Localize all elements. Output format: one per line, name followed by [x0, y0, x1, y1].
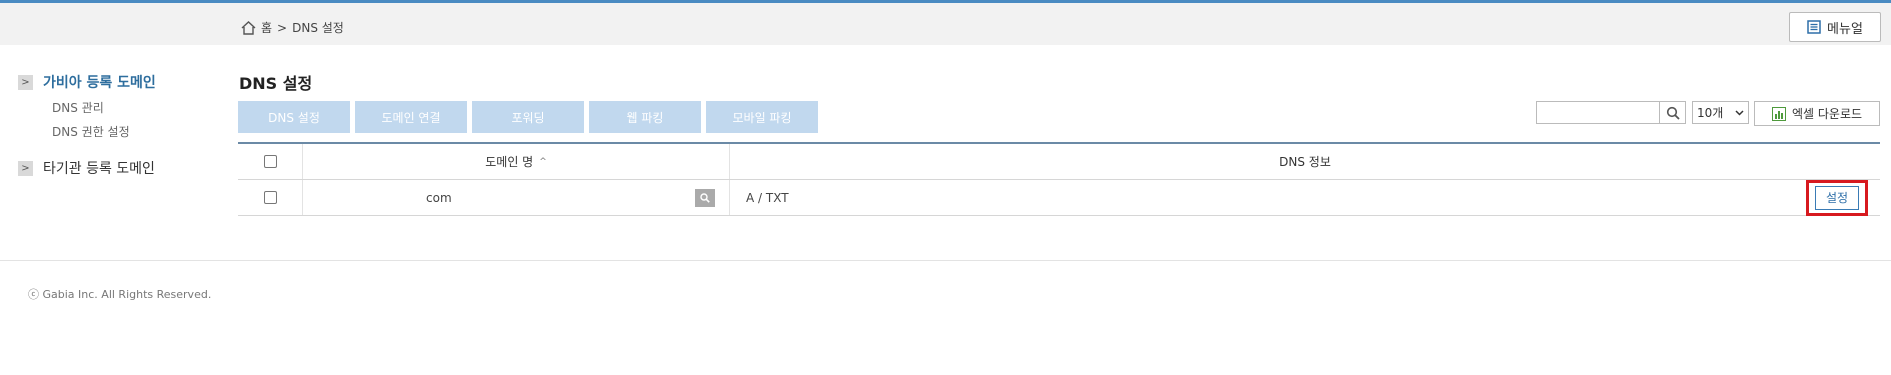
breadcrumb-current: DNS 설정: [292, 21, 344, 35]
excel-download-label: 엑셀 다운로드: [1791, 107, 1863, 121]
row-checkbox-cell: [238, 180, 303, 215]
footer-divider: [0, 260, 1891, 261]
sidebar-group-label: 타기관 등록 도메인: [43, 161, 155, 177]
tab-mobile-parking[interactable]: 모바일 파킹: [706, 101, 818, 133]
page-size-select[interactable]: 10개: [1692, 101, 1749, 124]
search-icon: [1666, 106, 1680, 120]
sidebar-group-other[interactable]: > 타기관 등록 도메인: [18, 158, 218, 178]
table-header: 도메인 명 ^ DNS 정보: [238, 144, 1880, 180]
copyright: ⓒ Gabia Inc. All Rights Reserved.: [28, 288, 212, 301]
row-checkbox[interactable]: [263, 191, 277, 204]
dns-info-cell: A / TXT 설정: [730, 179, 1880, 216]
document-icon: [1807, 20, 1821, 34]
column-domain-label: 도메인 명: [485, 155, 534, 169]
tab-forwarding[interactable]: 포워딩: [472, 101, 584, 133]
chart-icon: [1771, 106, 1786, 121]
sort-icon: ^: [539, 156, 547, 167]
sidebar-group-gabia[interactable]: > 가비아 등록 도메인: [18, 72, 218, 92]
sidebar-item-dns-permission[interactable]: DNS 권한 설정: [52, 120, 218, 144]
tab-domain-connect[interactable]: 도메인 연결: [355, 101, 467, 133]
tab-web-parking[interactable]: 웹 파킹: [589, 101, 701, 133]
tab-bar: DNS 설정 도메인 연결 포워딩 웹 파킹 모바일 파킹: [238, 101, 823, 133]
page-size-value: 10개: [1697, 106, 1724, 120]
top-bar: 홈 > DNS 설정 메뉴얼: [0, 3, 1891, 45]
breadcrumb-home[interactable]: 홈: [261, 19, 272, 36]
sidebar-group-label: 가비아 등록 도메인: [43, 75, 156, 91]
domain-detail-button[interactable]: [695, 188, 715, 207]
table-row: com A / TXT 설정: [238, 179, 1880, 216]
sidebar: > 가비아 등록 도메인 DNS 관리 DNS 권한 설정 > 타기관 등록 도…: [18, 72, 218, 178]
column-dns-label: DNS 정보: [1279, 155, 1331, 169]
sidebar-item-dns-management[interactable]: DNS 관리: [52, 96, 218, 120]
highlight-box: 설정: [1806, 179, 1868, 216]
breadcrumb-separator: >: [277, 20, 288, 35]
chevron-right-icon: >: [18, 160, 33, 176]
column-domain-name[interactable]: 도메인 명 ^: [303, 144, 730, 179]
home-icon[interactable]: [240, 20, 257, 36]
manual-button-label: 메뉴얼: [1827, 21, 1863, 37]
domain-table: 도메인 명 ^ DNS 정보 com A / TXT 설정: [238, 142, 1880, 216]
search-button[interactable]: [1660, 101, 1686, 124]
search-input[interactable]: [1536, 101, 1660, 124]
manual-button[interactable]: 메뉴얼: [1789, 12, 1881, 42]
dns-info: A / TXT: [746, 190, 789, 205]
page-title: DNS 설정: [239, 74, 313, 93]
dns-settings-button[interactable]: 설정: [1815, 185, 1859, 210]
search-icon: [700, 192, 710, 203]
domain-cell: com: [303, 180, 730, 215]
column-dns-info: DNS 정보: [730, 144, 1880, 179]
breadcrumb: 홈 > DNS 설정: [240, 19, 344, 36]
chevron-down-icon: [1735, 109, 1744, 116]
tab-dns-settings[interactable]: DNS 설정: [238, 101, 350, 133]
header-checkbox-cell: [238, 144, 303, 179]
chevron-right-icon: >: [18, 74, 33, 90]
domain-name: com: [426, 190, 452, 205]
select-all-checkbox[interactable]: [263, 155, 277, 168]
excel-download-button[interactable]: 엑셀 다운로드: [1754, 101, 1880, 126]
